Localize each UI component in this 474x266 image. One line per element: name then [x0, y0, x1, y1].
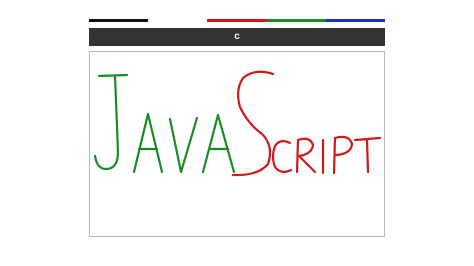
stroke-a1: [132, 112, 164, 174]
drawing-canvas[interactable]: [89, 51, 385, 237]
color-swatch-green[interactable]: [267, 19, 326, 22]
stroke-p: [332, 135, 354, 175]
stroke-v: [168, 116, 199, 174]
handwritten-word-script: [231, 70, 382, 177]
stroke-s: [231, 70, 275, 177]
stroke-a2: [201, 113, 236, 174]
color-swatch-blue[interactable]: [326, 19, 385, 22]
toolbar: c: [89, 28, 385, 46]
color-swatch-black[interactable]: [89, 19, 148, 22]
handwriting-svg: [93, 70, 382, 177]
color-swatch-red[interactable]: [207, 19, 267, 22]
clear-button[interactable]: c: [226, 28, 248, 46]
stroke-j: [93, 73, 129, 171]
stroke-c: [271, 139, 293, 174]
stroke-t: [353, 136, 382, 174]
handwritten-word-java: [93, 73, 236, 174]
stroke-r: [295, 137, 317, 174]
drawing-app: c: [0, 0, 474, 266]
